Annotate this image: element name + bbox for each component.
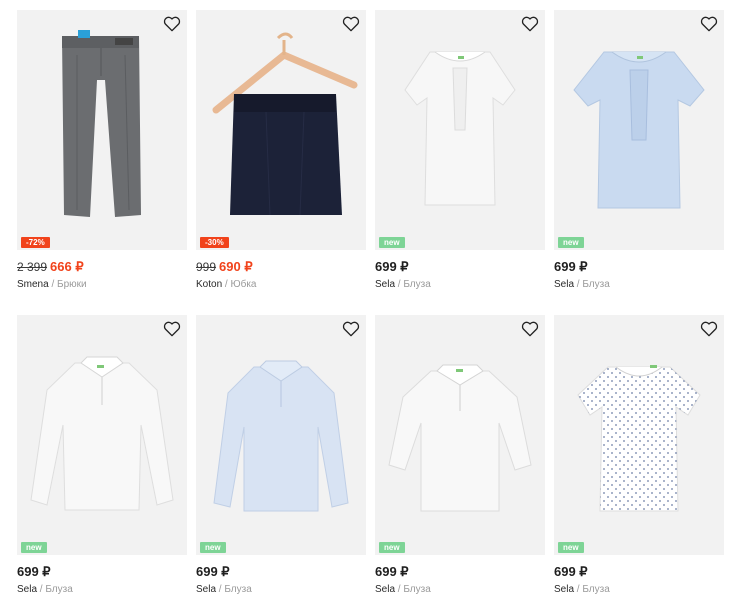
product-photo[interactable]: -72%	[17, 10, 187, 250]
new-badge: new	[21, 542, 47, 553]
product-card[interactable]: new 699 ₽ Sela / Блуза	[554, 10, 724, 291]
price-row: 699 ₽	[554, 564, 724, 580]
price: 699 ₽	[196, 564, 230, 579]
price: 699 ₽	[17, 564, 51, 579]
price-row: 999 690 ₽	[196, 259, 366, 275]
price: 699 ₽	[375, 564, 409, 579]
dotted-tee-image	[577, 365, 701, 512]
product-photo[interactable]: new	[196, 315, 366, 555]
category-name: Блуза	[582, 584, 610, 595]
old-price: 2 399	[17, 260, 48, 274]
price: 699 ₽	[554, 259, 588, 274]
product-meta[interactable]: Sela / Блуза	[196, 584, 366, 596]
meta-separator: /	[48, 279, 58, 290]
category-name: Блуза	[582, 279, 610, 290]
price-row: 699 ₽	[196, 564, 366, 580]
favorite-heart-icon[interactable]	[162, 14, 182, 34]
brand-name: Sela	[554, 584, 575, 595]
favorite-heart-icon[interactable]	[699, 14, 719, 34]
new-badge: new	[558, 542, 584, 553]
product-card[interactable]: new 699 ₽ Sela / Блуза	[375, 315, 545, 596]
product-meta[interactable]: Koton / Юбка	[196, 279, 366, 291]
old-price: 999	[196, 260, 217, 274]
product-card[interactable]: new 699 ₽ Sela / Блуза	[375, 10, 545, 291]
favorite-heart-icon[interactable]	[162, 319, 182, 339]
pants-image	[62, 30, 141, 217]
brand-name: Sela	[554, 279, 575, 290]
discount-badge: -72%	[21, 237, 50, 248]
favorite-heart-icon[interactable]	[520, 14, 540, 34]
sale-price: 666 ₽	[50, 259, 84, 274]
category-name: Блуза	[403, 279, 431, 290]
blouse-ruffle-blue-image	[573, 51, 705, 209]
favorite-heart-icon[interactable]	[699, 319, 719, 339]
product-photo[interactable]: new	[554, 10, 724, 250]
price-row: 699 ₽	[375, 259, 545, 275]
brand-name: Smena	[17, 279, 49, 290]
threequarter-white-image	[388, 364, 532, 512]
product-photo[interactable]: new	[375, 10, 545, 250]
new-badge: new	[379, 237, 405, 248]
blouse-ruffle-white-image	[404, 51, 516, 206]
brand-name: Koton	[196, 279, 223, 290]
product-meta[interactable]: Sela / Блуза	[554, 279, 724, 291]
price-row: 699 ₽	[554, 259, 724, 275]
product-photo[interactable]: new	[554, 315, 724, 555]
product-photo[interactable]: new	[375, 315, 545, 555]
product-card[interactable]: new 699 ₽ Sela / Блуза	[196, 315, 366, 596]
skirt-image	[212, 32, 358, 216]
product-photo[interactable]: -30%	[196, 10, 366, 250]
sale-price: 690 ₽	[219, 259, 253, 274]
product-card[interactable]: -30% 999 690 ₽ Koton / Юбка	[196, 10, 366, 291]
product-meta[interactable]: Smena / Брюки	[17, 279, 187, 291]
longsleeve-white-image	[30, 356, 174, 511]
new-badge: new	[379, 542, 405, 553]
category-name: Блуза	[45, 584, 73, 595]
brand-name: Sela	[17, 584, 38, 595]
new-badge: new	[200, 542, 226, 553]
favorite-heart-icon[interactable]	[341, 14, 361, 34]
brand-name: Sela	[375, 279, 396, 290]
product-card[interactable]: -72% 2 399 666 ₽ Smena / Брюки	[17, 10, 187, 291]
price: 699 ₽	[554, 564, 588, 579]
brand-name: Sela	[375, 584, 396, 595]
favorite-heart-icon[interactable]	[520, 319, 540, 339]
price-row: 2 399 666 ₽	[17, 259, 187, 275]
product-card[interactable]: new 699 ₽ Sela / Блуза	[554, 315, 724, 596]
product-card[interactable]: new 699 ₽ Sela / Блуза	[17, 315, 187, 596]
longsleeve-blue-image	[213, 360, 349, 512]
price-row: 699 ₽	[375, 564, 545, 580]
discount-badge: -30%	[200, 237, 229, 248]
category-name: Брюки	[57, 279, 87, 290]
category-name: Юбка	[230, 279, 257, 290]
product-photo[interactable]: new	[17, 315, 187, 555]
category-name: Блуза	[224, 584, 252, 595]
product-meta[interactable]: Sela / Блуза	[554, 584, 724, 596]
new-badge: new	[558, 237, 584, 248]
favorite-heart-icon[interactable]	[341, 319, 361, 339]
category-name: Блуза	[403, 584, 431, 595]
brand-name: Sela	[196, 584, 217, 595]
product-meta[interactable]: Sela / Блуза	[375, 279, 545, 291]
product-meta[interactable]: Sela / Блуза	[17, 584, 187, 596]
price: 699 ₽	[375, 259, 409, 274]
product-meta[interactable]: Sela / Блуза	[375, 584, 545, 596]
price-row: 699 ₽	[17, 564, 187, 580]
